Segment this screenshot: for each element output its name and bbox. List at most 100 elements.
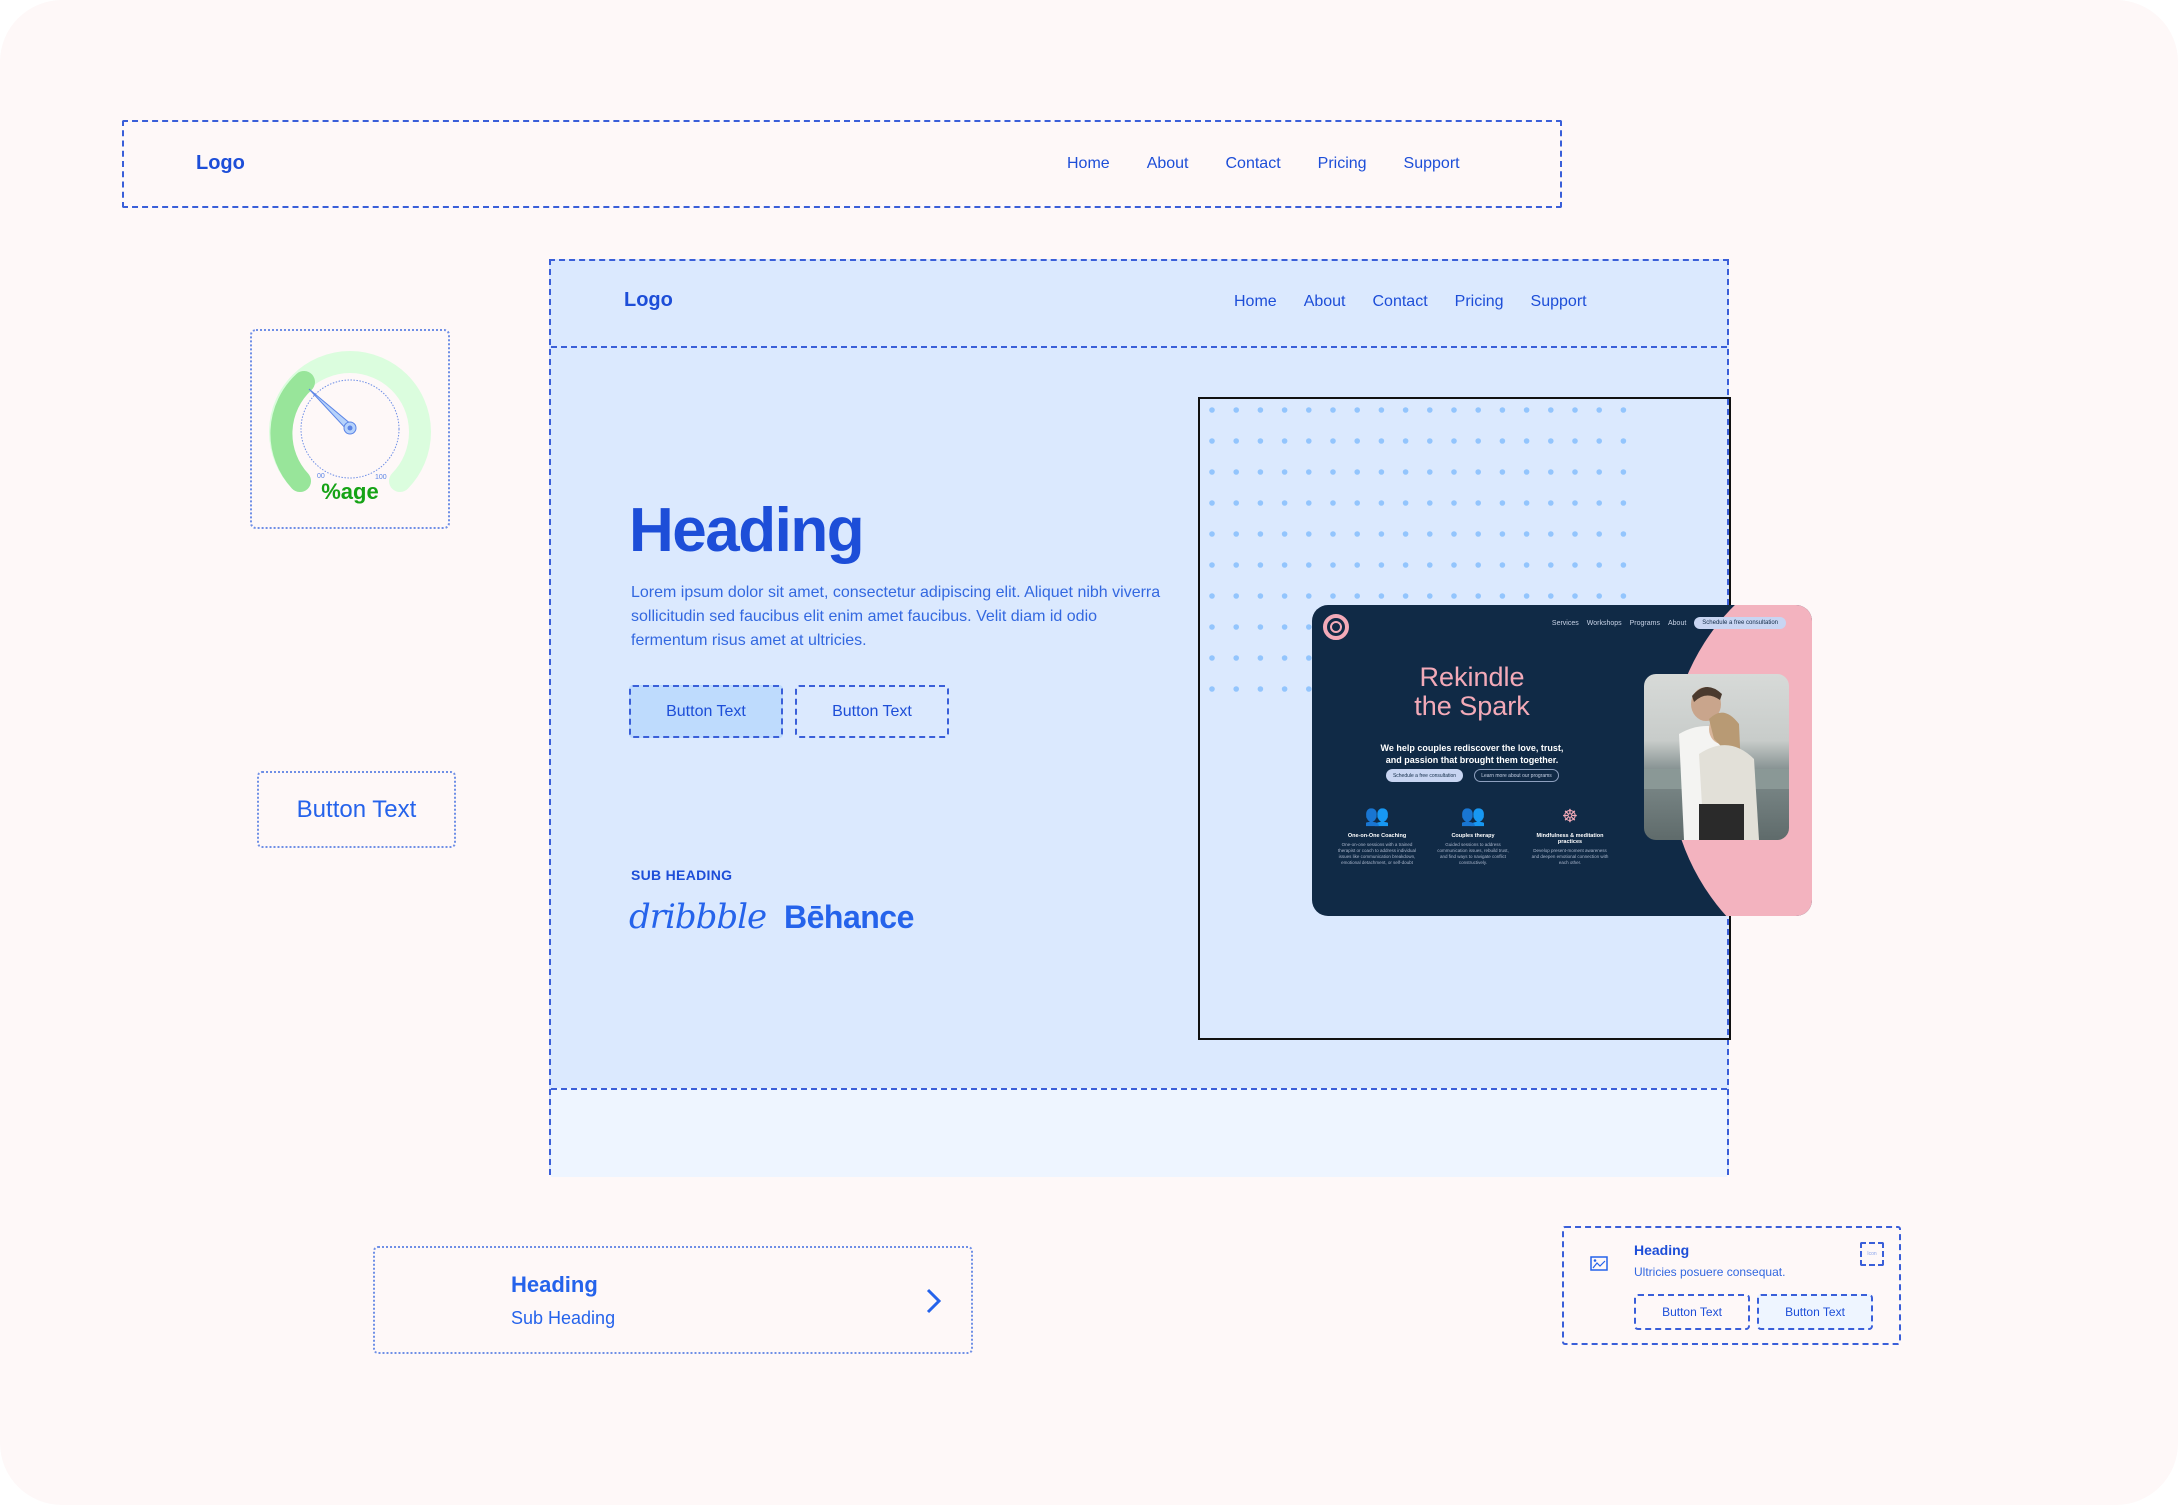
pattern-dot bbox=[1596, 593, 1602, 599]
pattern-dot bbox=[1330, 562, 1336, 568]
website-mockup[interactable]: Services Workshops Programs About Schedu… bbox=[1312, 605, 1812, 916]
mockup-nav-services[interactable]: Services bbox=[1552, 620, 1579, 627]
pattern-dot bbox=[1596, 407, 1602, 413]
pattern-dot bbox=[1378, 407, 1385, 413]
pattern-dot bbox=[1572, 500, 1578, 506]
nav-link-pricing[interactable]: Pricing bbox=[1318, 155, 1367, 173]
pattern-dot bbox=[1330, 407, 1336, 413]
pattern-dot bbox=[1257, 655, 1264, 661]
logo[interactable]: Logo bbox=[196, 152, 245, 175]
pattern-dot bbox=[1281, 531, 1288, 537]
info-card-button-2[interactable]: Button Text bbox=[1757, 1294, 1873, 1330]
pattern-dot bbox=[1306, 686, 1312, 692]
pattern-dot bbox=[1306, 407, 1312, 413]
pattern-dot bbox=[1378, 469, 1385, 475]
pattern-dot bbox=[1620, 593, 1627, 599]
pattern-dot bbox=[1572, 531, 1578, 537]
pattern-dot bbox=[1233, 624, 1239, 630]
pattern-dot bbox=[1402, 531, 1409, 537]
pattern-dot bbox=[1499, 593, 1506, 599]
feature-desc: One-on-one sessions with a trained thera… bbox=[1337, 842, 1417, 865]
chevron-right-icon[interactable] bbox=[923, 1286, 943, 1316]
mockup-title-line1: Rekindle bbox=[1419, 662, 1525, 692]
pattern-dot bbox=[1209, 593, 1215, 599]
pattern-dot bbox=[1281, 624, 1288, 630]
hero-nav-link-support[interactable]: Support bbox=[1531, 293, 1587, 311]
pattern-dot bbox=[1281, 500, 1288, 506]
pattern-dot bbox=[1451, 438, 1457, 444]
pattern-dot bbox=[1427, 562, 1433, 568]
pattern-dot bbox=[1451, 593, 1457, 599]
pattern-dot bbox=[1233, 593, 1239, 599]
sub-heading: SUB HEADING bbox=[631, 867, 733, 883]
nav-link-home[interactable]: Home bbox=[1067, 155, 1110, 173]
pattern-dot bbox=[1354, 469, 1360, 475]
mockup-feature: ☸ Mindfulness & meditation practices Dev… bbox=[1530, 805, 1610, 866]
hero-nav-link-pricing[interactable]: Pricing bbox=[1455, 293, 1504, 311]
pattern-dot bbox=[1281, 686, 1288, 692]
pattern-dot bbox=[1233, 686, 1239, 692]
pattern-dot bbox=[1620, 562, 1627, 568]
pattern-dot bbox=[1427, 407, 1433, 413]
hero-nav-link-home[interactable]: Home bbox=[1234, 293, 1277, 311]
hero-nav-link-contact[interactable]: Contact bbox=[1373, 293, 1428, 311]
pattern-dot bbox=[1306, 531, 1312, 537]
pattern-dot bbox=[1523, 438, 1530, 444]
hero-footer-strip bbox=[551, 1088, 1727, 1177]
pattern-dot bbox=[1572, 469, 1578, 475]
top-navbar: Logo Home About Contact Pricing Support bbox=[122, 120, 1562, 208]
nav-link-about[interactable]: About bbox=[1147, 155, 1189, 173]
pattern-dot bbox=[1620, 469, 1627, 475]
feature-desc: Guided sessions to address communication… bbox=[1437, 842, 1509, 865]
info-card: Heading Ultricies posuere consequat. Ico… bbox=[1562, 1226, 1901, 1345]
hero-navbar: Logo Home About Contact Pricing Support bbox=[551, 261, 1727, 348]
hero-nav-link-about[interactable]: About bbox=[1304, 293, 1346, 311]
pattern-dot bbox=[1475, 407, 1481, 413]
mockup-cta-primary[interactable]: Schedule a free consultation bbox=[1386, 769, 1463, 782]
pattern-dot bbox=[1257, 593, 1264, 599]
pattern-dot bbox=[1548, 531, 1554, 537]
pattern-dot bbox=[1451, 469, 1457, 475]
pattern-dot bbox=[1475, 562, 1481, 568]
pattern-dot bbox=[1596, 562, 1602, 568]
pattern-dot bbox=[1257, 686, 1264, 692]
pattern-dot bbox=[1378, 531, 1385, 537]
pattern-dot bbox=[1402, 562, 1409, 568]
pattern-dot bbox=[1427, 593, 1433, 599]
pattern-dot bbox=[1596, 469, 1602, 475]
pattern-dot bbox=[1378, 500, 1385, 506]
couple-photo-illustration bbox=[1644, 686, 1789, 840]
info-card-button-1[interactable]: Button Text bbox=[1634, 1294, 1750, 1330]
list-item-card[interactable]: Heading Sub Heading bbox=[373, 1246, 973, 1354]
pattern-dot bbox=[1306, 562, 1312, 568]
pattern-dot bbox=[1572, 407, 1578, 413]
pattern-dot bbox=[1548, 469, 1554, 475]
secondary-button[interactable]: Button Text bbox=[795, 685, 949, 738]
mockup-nav-about[interactable]: About bbox=[1668, 620, 1686, 627]
nav-link-support[interactable]: Support bbox=[1404, 155, 1460, 173]
mockup-cta-secondary[interactable]: Learn more about our programs bbox=[1474, 769, 1559, 782]
icon-placeholder[interactable]: Icon bbox=[1860, 1242, 1884, 1266]
mockup-title-line2: the Spark bbox=[1414, 691, 1530, 721]
mockup-subtitle-line2: and passion that brought them together. bbox=[1385, 755, 1559, 765]
pattern-dot bbox=[1499, 500, 1506, 506]
pattern-dot bbox=[1548, 438, 1554, 444]
pattern-dot bbox=[1523, 562, 1530, 568]
nav-link-contact[interactable]: Contact bbox=[1226, 155, 1281, 173]
list-card-subheading: Sub Heading bbox=[511, 1308, 616, 1328]
pattern-dot bbox=[1306, 438, 1312, 444]
pattern-dot bbox=[1209, 624, 1215, 630]
pattern-dot bbox=[1620, 438, 1627, 444]
mockup-nav-workshops[interactable]: Workshops bbox=[1587, 620, 1622, 627]
mockup-nav-cta[interactable]: Schedule a free consultation bbox=[1694, 617, 1786, 629]
pattern-dot bbox=[1281, 655, 1288, 661]
mockup-nav-programs[interactable]: Programs bbox=[1630, 620, 1660, 627]
mockup-subtitle-line1: We help couples rediscover the love, tru… bbox=[1380, 743, 1564, 753]
feature-title: One-on-One Coaching bbox=[1347, 833, 1407, 839]
pattern-dot bbox=[1257, 438, 1264, 444]
pattern-dot bbox=[1281, 407, 1288, 413]
hero-logo[interactable]: Logo bbox=[624, 289, 673, 312]
pattern-dot bbox=[1281, 438, 1288, 444]
primary-button[interactable]: Button Text bbox=[629, 685, 783, 738]
standalone-button[interactable]: Button Text bbox=[257, 771, 456, 848]
